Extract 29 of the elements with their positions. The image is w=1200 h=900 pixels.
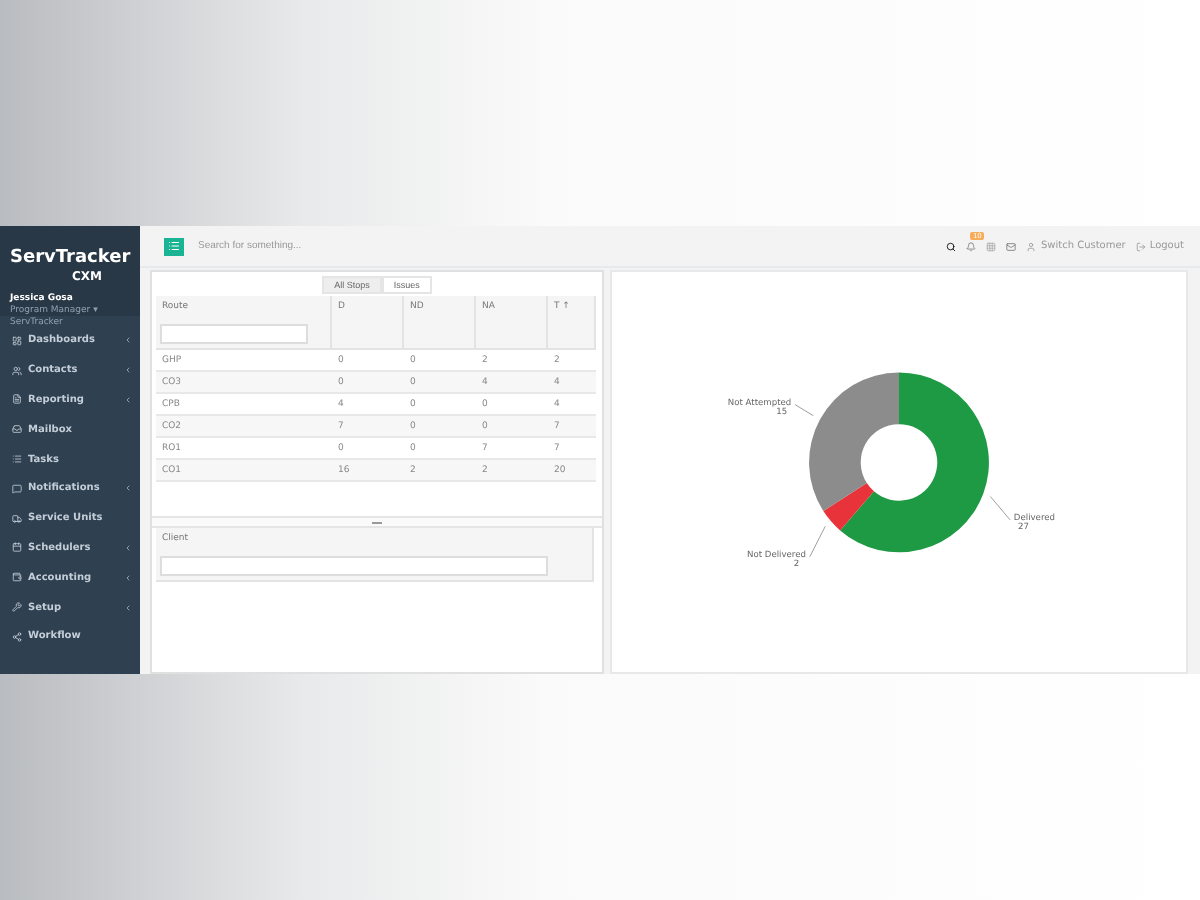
user-icon — [1026, 241, 1037, 251]
filter-cell — [404, 318, 476, 350]
logo: ServTracker — [10, 250, 130, 268]
logout-icon — [1135, 241, 1146, 251]
leader-line — [794, 404, 814, 417]
menu-item-icon — [12, 454, 22, 465]
filter-field[interactable] — [160, 323, 308, 343]
filter-cell — [476, 318, 548, 350]
splitter-handle[interactable] — [372, 521, 382, 523]
bell-icon[interactable] — [966, 241, 977, 251]
grid-icon[interactable] — [986, 241, 997, 251]
menu-item-icon — [12, 335, 22, 346]
filter-field[interactable] — [160, 555, 548, 575]
search-icon[interactable] — [946, 241, 957, 251]
menu-item-icon — [12, 394, 22, 405]
mail-icon[interactable] — [1006, 241, 1017, 251]
menu-item-icon — [12, 483, 22, 494]
menu-item-icon — [12, 365, 22, 376]
menu-item-icon — [12, 631, 22, 642]
menu-button[interactable] — [164, 237, 184, 255]
menu-item-icon — [12, 513, 22, 524]
leader-line — [989, 496, 1011, 521]
leader-line — [809, 525, 826, 558]
menu-item-icon — [12, 602, 22, 613]
menu-item-icon — [12, 542, 22, 553]
menu-icon — [168, 240, 180, 252]
filter-cell — [548, 318, 596, 350]
menu-item-icon — [12, 424, 22, 435]
menu-item-icon — [12, 572, 22, 583]
